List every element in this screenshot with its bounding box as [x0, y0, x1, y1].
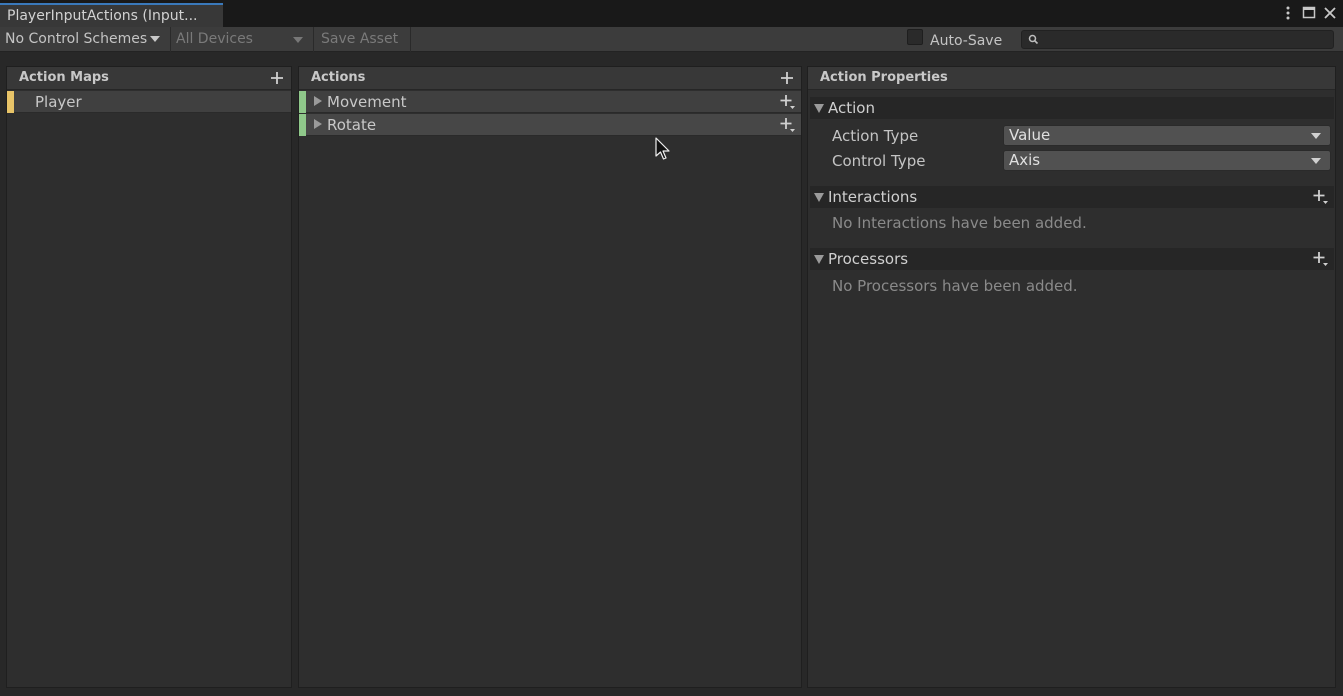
- toolbar-divider: [313, 27, 314, 52]
- control-schemes-label: No Control Schemes: [5, 31, 148, 47]
- actions-header: Actions: [299, 67, 801, 90]
- search-input[interactable]: [1021, 30, 1334, 49]
- devices-dropdown[interactable]: All Devices: [176, 27, 304, 52]
- action-map-color-stripe: [7, 91, 14, 113]
- action-properties-panel: Action Properties Action Action Type Val…: [807, 66, 1336, 688]
- chevron-down-icon: [1311, 133, 1321, 139]
- action-label: Rotate: [327, 116, 377, 134]
- control-type-label: Control Type: [832, 152, 926, 170]
- processors-section-label: Processors: [828, 250, 909, 268]
- plus-dropdown-icon: [1313, 252, 1328, 266]
- toolbar-divider: [170, 27, 171, 52]
- action-type-label: Action Type: [832, 127, 919, 145]
- devices-label: All Devices: [176, 31, 253, 47]
- collapse-arrow-icon: [814, 104, 824, 113]
- close-icon[interactable]: [1322, 4, 1338, 22]
- plus-dropdown-icon: [1313, 190, 1328, 204]
- toolbar-divider: [410, 27, 411, 52]
- plus-dropdown-icon: [780, 118, 795, 132]
- add-interaction-button[interactable]: [1313, 189, 1329, 209]
- window-tab-title: PlayerInputActions (Input...: [7, 8, 198, 24]
- auto-save-checkbox[interactable]: [907, 29, 923, 45]
- action-item-rotate[interactable]: Rotate: [299, 114, 801, 136]
- action-map-label: Player: [35, 93, 82, 111]
- chevron-down-icon: [293, 37, 303, 43]
- mouse-cursor-icon: [655, 137, 670, 160]
- maximize-icon[interactable]: [1301, 4, 1317, 22]
- action-map-item-player[interactable]: Player: [7, 91, 291, 113]
- add-binding-button[interactable]: [780, 94, 796, 114]
- action-properties-title: Action Properties: [820, 70, 948, 85]
- action-maps-header: Action Maps: [7, 67, 291, 90]
- processors-empty-note: No Processors have been added.: [832, 277, 1078, 295]
- collapse-arrow-icon: [814, 193, 824, 202]
- action-item-movement[interactable]: Movement: [299, 91, 801, 113]
- expand-arrow-icon[interactable]: [314, 119, 322, 129]
- chevron-down-icon: [150, 36, 161, 42]
- action-section-header[interactable]: Action: [810, 97, 1334, 119]
- actions-title: Actions: [311, 70, 366, 85]
- chevron-down-icon: [1311, 158, 1321, 164]
- control-type-value: Axis: [1009, 151, 1041, 169]
- action-type-dropdown[interactable]: Value: [1003, 125, 1331, 146]
- add-processor-button[interactable]: [1313, 251, 1329, 271]
- interactions-section-label: Interactions: [828, 188, 918, 206]
- action-color-stripe: [299, 91, 306, 113]
- actions-panel: Actions Movement Rotate: [298, 66, 802, 688]
- action-maps-panel: Action Maps Player: [6, 66, 292, 688]
- action-color-stripe: [299, 114, 306, 136]
- expand-arrow-icon[interactable]: [314, 96, 322, 106]
- add-action-map-button[interactable]: [269, 70, 285, 86]
- action-type-value: Value: [1009, 126, 1051, 144]
- action-label: Movement: [327, 93, 407, 111]
- processors-section-header[interactable]: Processors: [810, 248, 1334, 270]
- plus-icon: [271, 72, 283, 84]
- plus-icon: [781, 72, 793, 84]
- window-titlebar: PlayerInputActions (Input...: [0, 0, 1343, 27]
- search-icon: [1028, 34, 1039, 45]
- interactions-section-header[interactable]: Interactions: [810, 186, 1334, 208]
- more-vert-icon[interactable]: [1280, 4, 1296, 22]
- toolbar: No Control Schemes All Devices Save Asse…: [0, 27, 1343, 52]
- control-type-dropdown[interactable]: Axis: [1003, 150, 1331, 171]
- action-properties-header: Action Properties: [808, 67, 1335, 90]
- window-tab[interactable]: PlayerInputActions (Input...: [0, 3, 223, 27]
- collapse-arrow-icon: [814, 255, 824, 264]
- add-binding-button[interactable]: [780, 117, 796, 137]
- save-asset-button[interactable]: Save Asset: [321, 27, 398, 52]
- control-schemes-dropdown[interactable]: No Control Schemes: [5, 27, 161, 52]
- auto-save-label: Auto-Save: [930, 33, 1003, 49]
- interactions-empty-note: No Interactions have been added.: [832, 214, 1087, 232]
- action-section-label: Action: [828, 99, 875, 117]
- add-action-button[interactable]: [779, 70, 795, 86]
- save-asset-label: Save Asset: [321, 31, 399, 47]
- action-maps-title: Action Maps: [19, 70, 109, 85]
- plus-dropdown-icon: [780, 95, 795, 109]
